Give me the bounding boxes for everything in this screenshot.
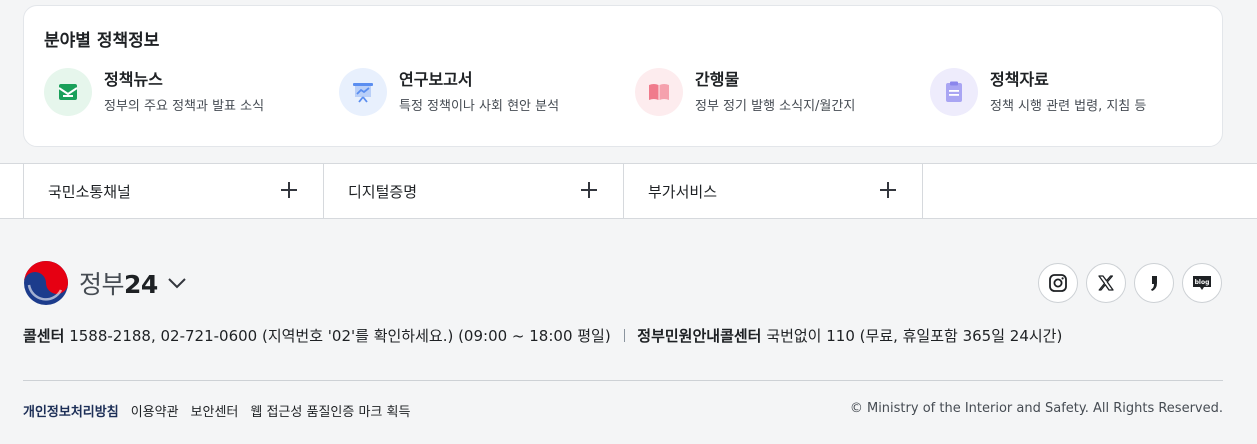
accessibility-mark-link[interactable]: 웹 접근성 품질인증 마크 획득 <box>250 401 410 420</box>
x-button[interactable] <box>1086 263 1126 303</box>
policy-item-materials[interactable]: 정책자료 정책 시행 관련 법령, 지침 등 <box>930 68 1146 118</box>
footer-links: 개인정보처리방침 이용약관 보안센터 웹 접근성 품질인증 마크 획득 <box>23 401 422 420</box>
accordion-label: 부가서비스 <box>648 182 718 201</box>
footer-accordion-bar: 국민소통채널 디지털증명 부가서비스 <box>0 163 1257 219</box>
accordion-additional-services[interactable]: 부가서비스 <box>623 164 922 218</box>
privacy-policy-link[interactable]: 개인정보처리방침 <box>23 401 119 420</box>
accordion-digital-certificate[interactable]: 디지털증명 <box>323 164 623 218</box>
quote-icon <box>1151 276 1157 291</box>
instagram-icon <box>1049 274 1067 292</box>
open-book-icon <box>635 68 683 116</box>
policy-item-desc: 특정 정책이나 사회 현안 분석 <box>399 99 560 114</box>
presentation-board-icon <box>339 68 387 116</box>
divider-bar <box>623 329 625 342</box>
terms-link[interactable]: 이용약관 <box>131 401 179 420</box>
blog-icon: blog <box>1193 276 1211 290</box>
plus-icon <box>581 182 597 198</box>
plus-icon <box>880 182 896 198</box>
footer-divider <box>23 380 1223 381</box>
chevron-down-icon <box>168 278 186 289</box>
callcenter-numbers: 1588-2188, 02-721-0600 (지역번호 '02'를 확인하세요… <box>69 327 611 345</box>
news-envelope-icon <box>44 68 92 116</box>
contact-info: 콜센터 1588-2188, 02-721-0600 (지역번호 '02'를 확… <box>23 325 1062 346</box>
instagram-button[interactable] <box>1038 263 1078 303</box>
policy-item-name: 정책뉴스 <box>104 70 163 89</box>
civil-callcenter-label: 정부민원안내콜센터 <box>637 327 762 345</box>
policy-item-desc: 정부 정기 발행 소식지/월간지 <box>695 99 856 114</box>
civil-callcenter-info: 국번없이 110 (무료, 휴일포함 365일 24시간) <box>766 327 1063 345</box>
logo-text: 정부24 <box>79 270 158 299</box>
accordion-label: 디지털증명 <box>348 182 418 201</box>
policy-section-title: 분야별 정책정보 <box>44 31 160 51</box>
security-center-link[interactable]: 보안센터 <box>191 401 239 420</box>
policy-item-news[interactable]: 정책뉴스 정부의 주요 정책과 발표 소식 <box>44 68 264 118</box>
accordion-spacer <box>922 164 1257 218</box>
accordion-citizen-channels[interactable]: 국민소통채널 <box>23 164 323 218</box>
x-icon <box>1098 275 1114 291</box>
taegeuk-logo-icon <box>24 261 68 305</box>
policy-item-name: 연구보고서 <box>399 70 473 89</box>
policy-item-name: 간행물 <box>695 70 740 89</box>
policy-item-desc: 정부의 주요 정책과 발표 소식 <box>104 99 265 114</box>
callcenter-label: 콜센터 <box>23 327 65 345</box>
plus-icon <box>281 182 297 198</box>
policy-item-desc: 정책 시행 관련 법령, 지침 등 <box>990 99 1147 114</box>
policy-item-name: 정책자료 <box>990 70 1049 89</box>
policy-item-reports[interactable]: 연구보고서 특정 정책이나 사회 현안 분석 <box>339 68 559 118</box>
quote-button[interactable] <box>1134 263 1174 303</box>
policy-item-publications[interactable]: 간행물 정부 정기 발행 소식지/월간지 <box>635 68 855 118</box>
svg-text:blog: blog <box>1195 279 1210 286</box>
copyright-text: © Ministry of the Interior and Safety. A… <box>849 401 1223 416</box>
accordion-label: 국민소통채널 <box>48 182 131 201</box>
document-icon <box>930 68 978 116</box>
gov24-logo-menu[interactable]: 정부24 <box>23 260 188 306</box>
policy-info-card: 분야별 정책정보 정책뉴스 정부의 주요 정책과 발표 소식 연구보고서 특정 … <box>23 5 1223 147</box>
blog-button[interactable]: blog <box>1182 263 1222 303</box>
